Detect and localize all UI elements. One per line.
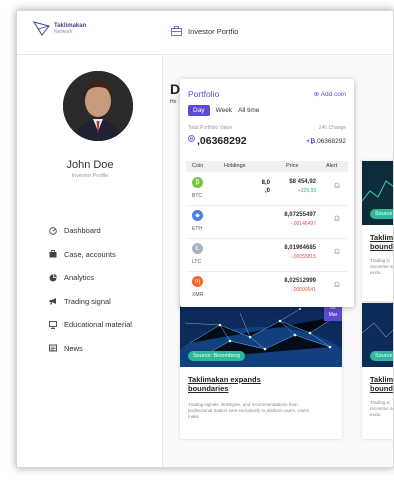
avatar-portrait [63,71,133,141]
user-role: Investor Profile [71,173,109,179]
add-coin-button[interactable]: ⊕ Add coin [314,90,346,98]
sidebar-item-news[interactable]: News [49,337,132,361]
bitcoin-icon: ₿ [192,177,203,188]
briefcase-icon [171,26,182,36]
coin-row-btc[interactable]: ₿ BTC 8,0,0 $8 454,92 +229,93 [186,173,348,206]
sidebar-item-trading-signal[interactable]: Trading signal [49,290,132,314]
monero-icon: ɱ [192,276,203,287]
change-amount: ,06368292 [315,138,346,145]
tab-day[interactable]: Day [188,105,210,116]
news-title[interactable]: Taklimakan expands boundaries [188,375,288,393]
total-value-amount: ,06368292 [197,135,247,147]
sidebar-item-label: Analytics [64,273,95,283]
source-badge: Source [370,209,393,219]
bell-icon[interactable] [334,215,340,222]
news-card[interactable]: Source Taklim bound Trading si recomme s… [362,303,393,439]
col-price: Price [286,163,299,169]
page-subtitle: Ho [170,99,177,105]
coin-price: 8,02512999 [284,278,316,284]
holding-line: 8,0 [261,180,270,186]
news-excerpt: Trading si recomme sent exclu [370,258,393,275]
period-tabs: Day Week All time [188,105,259,116]
breadcrumb[interactable]: Investor Portfio [171,26,238,36]
sidebar-menu: Dashboard Case, accounts Analytics Tradi… [49,219,132,360]
news-excerpt: Trading si recomme sent exclu [370,400,393,417]
source-badge: Source: Bloomberg [188,351,246,361]
bell-icon[interactable] [334,182,340,189]
total-value: ,06368292 [188,134,247,147]
coin-change: -,00055815 [290,254,316,260]
news-card[interactable]: Source Taklim bound Trading si recomme s… [362,161,393,301]
logo-name: Taklimakan [54,22,87,29]
top-bar: Taklimakan Network Investor Portfio [17,11,393,55]
sidebar-item-case-accounts[interactable]: Case, accounts [49,243,132,267]
coin-symbol: LTC [192,259,202,265]
currency-icon [188,134,195,142]
coin-change: -,00099541 [290,287,316,293]
dashboard-icon [49,227,57,235]
coin-row-ltc[interactable]: Ł LTC 8,01964685 -,00055815 [186,239,348,272]
news-card[interactable]: Source: Bloomberg 02 Mar Taklimakan expa… [180,303,342,439]
coin-row-eth[interactable]: ◆ ETH 8,07255497 -,00146497 [186,206,348,239]
megaphone-icon [49,298,56,305]
coin-change: +229,93 [297,188,316,194]
tab-all-time[interactable]: All time [238,107,259,114]
sidebar-item-analytics[interactable]: Analytics [49,266,132,290]
logo[interactable]: Taklimakan Network [33,21,86,36]
sidebar-item-label: Dashboard [64,226,101,236]
user-name: John Doe [66,159,114,171]
newspaper-icon [49,344,57,352]
monitor-icon [49,320,57,329]
sidebar-item-dashboard[interactable]: Dashboard [49,219,132,243]
litecoin-icon: Ł [192,243,203,254]
total-value-label: Total Portfolio Value [188,125,233,131]
holding-line: ,0 [264,188,270,194]
source-badge: Source [370,351,393,361]
coin-change: -,00146497 [290,221,316,227]
coin-price: 8,01964685 [284,245,316,251]
change-label: 24h Change [318,125,346,131]
logo-icon [33,21,50,36]
sidebar-item-label: News [64,343,83,353]
coin-table-header: Coin Holdings Price Alert [186,161,348,172]
avatar[interactable] [63,71,133,141]
sidebar-item-label: Case, accounts [64,249,116,259]
news-image: Source [362,303,393,367]
bell-icon[interactable] [334,248,340,255]
app-window: Taklimakan Network Investor Portfio John… [16,10,394,468]
tab-week[interactable]: Week [216,107,233,114]
ethereum-icon: ◆ [192,210,203,221]
coin-price: 8,07255497 [284,212,316,218]
sidebar-item-label: Educational material [64,320,132,330]
logo-sub: Network [54,28,73,35]
coin-holdings: 8,0,0 [246,179,270,195]
col-holdings: Holdings [224,163,246,169]
analytics-icon [49,273,57,282]
coin-symbol: BTC [192,193,202,199]
news-title[interactable]: Taklim bound [370,375,393,393]
sidebar-item-label: Trading signal [64,296,111,306]
col-alert: Alert [326,163,338,169]
portfolio-popup: Portfolio ⊕ Add coin Day Week All time T… [180,79,354,307]
briefcase-icon [49,250,57,258]
news-image: Source: Bloomberg 02 Mar [180,303,342,367]
sidebar: John Doe Investor Profile Dashboard Case… [17,55,163,467]
bell-icon[interactable] [334,281,340,288]
news-excerpt: Trading signals, strategies, and recomme… [188,402,310,419]
coin-price: $8 454,92 [289,179,316,185]
change-value: +₿,06368292 [306,138,346,145]
page-title: D [170,81,181,97]
date-month: Mar [328,312,338,318]
news-title[interactable]: Taklim bound [370,233,393,251]
col-coin: Coin [192,163,204,169]
sidebar-item-educational-material[interactable]: Educational material [49,313,132,337]
breadcrumb-label: Investor Portfio [188,26,239,36]
portfolio-title: Portfolio [188,89,220,99]
coin-row-xmr[interactable]: ɱ XMR 8,02512999 -,00099541 [186,272,348,305]
news-image: Source [362,161,393,225]
coin-symbol: XMR [192,292,204,298]
coin-symbol: ETH [192,226,202,232]
